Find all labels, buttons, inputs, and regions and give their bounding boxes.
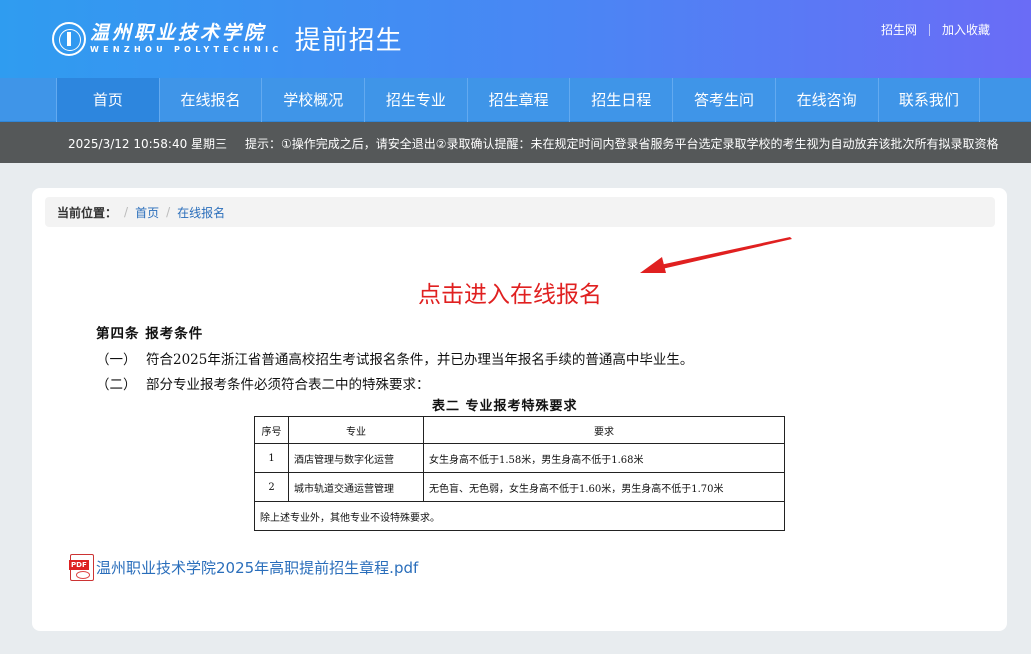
breadcrumb-current[interactable]: 在线报名 (177, 204, 225, 221)
table-footer-row: 除上述专业外，其他专业不设特殊要求。 (254, 501, 785, 531)
add-favorite-link[interactable]: 加入收藏 (942, 21, 990, 38)
cell-requirement: 女生身高不低于1.58米，男生身高不低于1.68米 (423, 443, 785, 473)
regulation-excerpt: 第四条 报考条件 （一） 符合2025年浙江省普通高校招生考试报名条件，并已办理当… (96, 322, 693, 398)
cell-major: 城市轨道交通运营管理 (288, 472, 424, 502)
special-requirements-table: 序号 专业 要求 1 酒店管理与数字化运营 女生身高不低于1.58米，男生身高不… (254, 416, 785, 531)
site-header: 温州职业技术学院 WENZHOU POLYTECHNIC 提前招生 招生网 加入… (0, 0, 1031, 78)
cell-requirement: 无色盲、无色弱，女生身高不低于1.60米，男生身高不低于1.70米 (423, 472, 785, 502)
condition-text: 符合2025年浙江省普通高校招生考试报名条件，并已办理当年报名手续的普通高中毕业… (146, 352, 694, 368)
condition-text: 部分专业报考条件必须符合表二中的特殊要求： (146, 377, 430, 393)
school-logo[interactable]: 温州职业技术学院 WENZHOU POLYTECHNIC 提前招生 (52, 20, 403, 57)
site-title: 提前招生 (294, 26, 403, 56)
red-arrow (640, 237, 792, 273)
school-name-cn: 温州职业技术学院 (90, 21, 267, 44)
arrow-head (640, 257, 666, 273)
pdf-attachment[interactable]: PDF 温州职业技术学院2025年高职提前招生章程.pdf (69, 554, 418, 581)
condition-number: （二） (96, 377, 137, 393)
nav-item-schedule[interactable]: 招生日程 (569, 78, 672, 122)
nav-item-contact[interactable]: 联系我们 (877, 78, 981, 122)
school-seal-icon (52, 21, 86, 56)
nav-item-regulations[interactable]: 招生章程 (466, 78, 570, 122)
nav-item-online-registration[interactable]: 在线报名 (158, 78, 262, 122)
article-title: 第四条 报考条件 (96, 326, 204, 342)
notice-text: 提示：①操作完成之后，请安全退出②录取确认提醒：未在规定时间内登录省服务平台选定… (245, 137, 999, 151)
nav-item-school-overview[interactable]: 学校概况 (261, 78, 364, 122)
nav-item-consult[interactable]: 在线咨询 (774, 78, 878, 122)
breadcrumb-separator: / (124, 205, 129, 219)
breadcrumb: 当前位置： / 首页 / 在线报名 (45, 197, 995, 227)
cell-index: 1 (254, 443, 289, 473)
cell-major: 酒店管理与数字化运营 (288, 443, 424, 473)
current-datetime: 2025/3/12 10:58:40 星期三 (68, 137, 228, 151)
breadcrumb-home[interactable]: 首页 (135, 204, 159, 221)
admissions-site-link[interactable]: 招生网 (881, 21, 917, 38)
table-title: 表二 专业报考特殊要求 (432, 399, 578, 414)
header-requirement: 要求 (423, 416, 785, 444)
table-row: 2 城市轨道交通运营管理 无色盲、无色弱，女生身高不低于1.60米，男生身高不低… (254, 472, 785, 502)
header-major: 专业 (288, 416, 424, 444)
table-footer-note: 除上述专业外，其他专业不设特殊要求。 (254, 501, 785, 531)
cell-index: 2 (254, 472, 289, 502)
school-name-en: WENZHOU POLYTECHNIC (90, 44, 283, 54)
breadcrumb-label: 当前位置： (57, 205, 118, 220)
table-header-row: 序号 专业 要求 (254, 416, 785, 444)
top-links: 招生网 加入收藏 (881, 21, 990, 38)
content-panel: 当前位置： / 首页 / 在线报名 点击进入在线报名 第四条 报考条件 （一） 符… (32, 188, 1007, 631)
condition-item: （二） 部分专业报考条件必须符合表二中的特殊要求： (96, 373, 693, 393)
nav-item-qa[interactable]: 答考生问 (672, 78, 775, 122)
nav-item-home[interactable]: 首页 (56, 78, 159, 122)
breadcrumb-separator: / (166, 205, 171, 219)
enter-registration-link[interactable]: 点击进入在线报名 (418, 275, 602, 309)
arrow-shaft (660, 237, 792, 269)
info-bar: 2025/3/12 10:58:40 星期三 提示：①操作完成之后，请安全退出②… (0, 122, 1031, 163)
table-row: 1 酒店管理与数字化运营 女生身高不低于1.58米，男生身高不低于1.68米 (254, 443, 785, 473)
pdf-file-icon: PDF (69, 554, 94, 581)
main-nav: 首页 在线报名 学校概况 招生专业 招生章程 招生日程 答考生问 在线咨询 联系… (0, 78, 1031, 122)
school-wordmark: 温州职业技术学院 WENZHOU POLYTECHNIC (90, 21, 283, 54)
nav-item-majors[interactable]: 招生专业 (364, 78, 467, 122)
header-index: 序号 (254, 416, 289, 444)
top-links-divider (928, 23, 930, 36)
pdf-download-link[interactable]: 温州职业技术学院2025年高职提前招生章程.pdf (96, 557, 418, 578)
condition-number: （一） (96, 352, 137, 368)
condition-item: （一） 符合2025年浙江省普通高校招生考试报名条件，并已办理当年报名手续的普通高… (96, 348, 693, 368)
